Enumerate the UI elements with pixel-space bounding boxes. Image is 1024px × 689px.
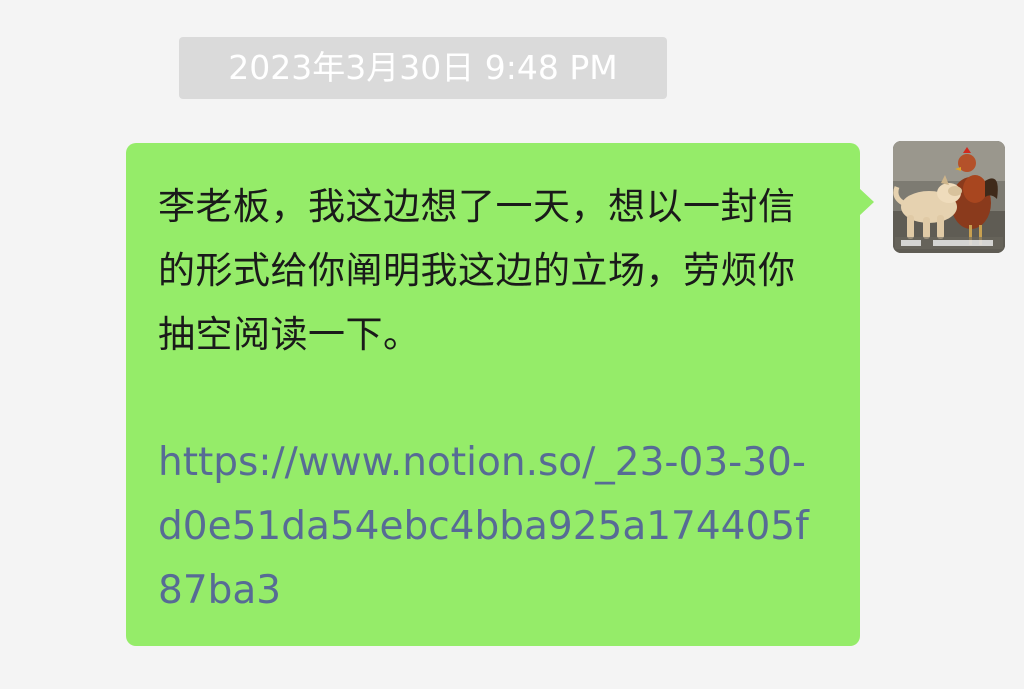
bubble-tail	[859, 188, 874, 216]
message-timestamp: 2023年3月30日 9:48 PM	[179, 37, 667, 99]
message-link[interactable]: https://www.notion.so/_23-03-30-d0e51da5…	[158, 431, 830, 623]
avatar[interactable]	[893, 141, 1005, 253]
message-bubble[interactable]: 李老板，我这边想了一天，想以一封信的形式给你阐明我这边的立场，劳烦你抽空阅读一下…	[126, 143, 874, 646]
dog-and-rooster-photo-avatar-icon	[893, 141, 1005, 253]
chat-area: 2023年3月30日 9:48 PM 李老板，我这边想了一天，想以一封信的形式给…	[0, 0, 1024, 689]
message-text: 李老板，我这边想了一天，想以一封信的形式给你阐明我这边的立场，劳烦你抽空阅读一下…	[158, 185, 796, 356]
